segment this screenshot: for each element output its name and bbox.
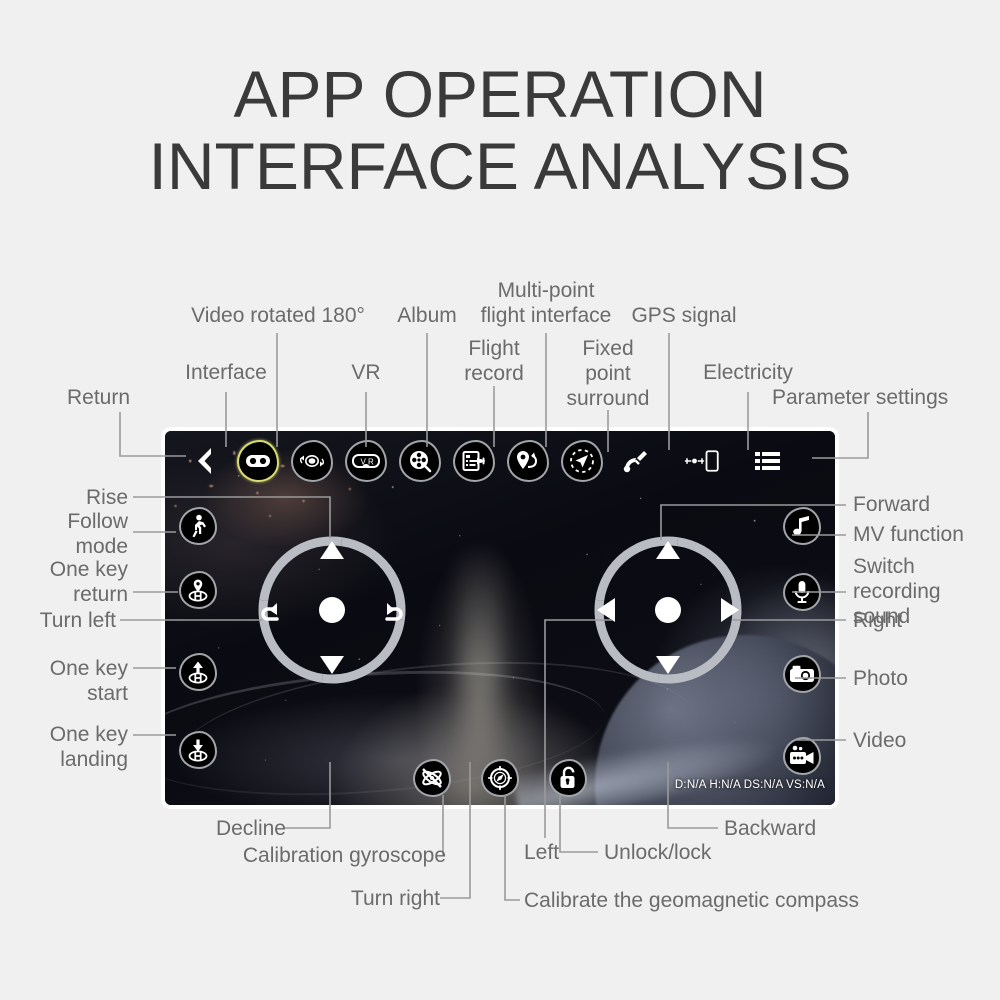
fixed-point-surround-icon: [561, 440, 603, 482]
right-stick-left[interactable]: [595, 597, 617, 628]
callout-album: Album: [397, 304, 457, 327]
compass-calibration-icon: [481, 759, 519, 797]
toolbar-button-return[interactable]: [177, 438, 231, 484]
callout-video-rotate: Video rotated 180°: [191, 304, 365, 327]
unlock-padlock-icon: [549, 759, 587, 797]
telemetry-readout: D:N/A H:N/A DS:N/A VS:N/A: [674, 779, 825, 791]
callout-follow-mode: Follow mode: [67, 510, 128, 558]
video-rotate-180-icon: [291, 440, 333, 482]
toolbar-indicator-gps[interactable]: [609, 438, 663, 484]
top-toolbar: V R: [165, 431, 835, 491]
multi-point-flight-icon: [507, 440, 549, 482]
gps-satellite-icon: [615, 440, 657, 482]
toolbar-button-parameter-settings[interactable]: [741, 438, 795, 484]
callout-forward: Forward: [853, 493, 931, 516]
callout-electricity: Electricity: [703, 361, 793, 384]
callout-photo: Photo: [853, 667, 908, 690]
button-follow-mode[interactable]: [175, 503, 221, 549]
vr-goggles-icon: V R: [345, 440, 387, 482]
callout-fixed-point: Fixed point surround: [566, 337, 650, 410]
right-joystick-hub[interactable]: [655, 597, 681, 623]
callout-calibration-gyroscope: Calibration gyroscope: [242, 844, 446, 867]
callout-right: Right: [853, 609, 903, 632]
one-key-landing-icon: [179, 731, 217, 769]
button-calibrate-compass[interactable]: [477, 755, 523, 801]
toolbar-button-flight-record[interactable]: [447, 438, 501, 484]
button-one-key-start[interactable]: [175, 649, 221, 695]
light-beam: [459, 543, 500, 774]
callout-interface: Interface: [185, 361, 267, 384]
callout-one-key-start: One key start: [49, 657, 128, 705]
one-key-return-home-icon: [179, 571, 217, 609]
back-chevron-icon: [183, 440, 225, 482]
left-virtual-joystick[interactable]: [257, 535, 407, 685]
microphone-icon: [783, 573, 821, 611]
bottom-button-row: [409, 755, 591, 801]
button-one-key-return[interactable]: [175, 567, 221, 613]
album-film-icon: [399, 440, 441, 482]
toolbar-indicator-battery[interactable]: [663, 438, 741, 484]
page-root: APP OPERATION INTERFACE ANALYSIS V R D:N…: [0, 0, 1000, 1000]
right-stick-right[interactable]: [719, 597, 741, 628]
toolbar-button-vr[interactable]: V R: [339, 438, 393, 484]
button-photo[interactable]: [779, 651, 825, 697]
gyroscope-calibration-icon: [413, 759, 451, 797]
callout-return: Return: [66, 386, 130, 409]
left-stick-up-rise[interactable]: [319, 539, 345, 566]
page-title: APP OPERATION INTERFACE ANALYSIS: [148, 57, 852, 203]
video-camera-icon: [783, 737, 821, 775]
left-stick-turn-left[interactable]: [259, 599, 283, 626]
camera-photo-icon: [783, 655, 821, 693]
follow-mode-walker-icon: [179, 507, 217, 545]
right-button-column: [779, 503, 825, 779]
button-switch-recording-sound[interactable]: [779, 569, 825, 615]
left-joystick-hub[interactable]: [319, 597, 345, 623]
callout-turn-left: Turn left: [39, 609, 116, 632]
callout-flight-record: Flight record: [464, 337, 524, 385]
callout-one-key-landing: One key landing: [49, 723, 128, 771]
toolbar-button-video-rotate[interactable]: [285, 438, 339, 484]
toolbar-button-album[interactable]: [393, 438, 447, 484]
battery-drone-icon: [681, 440, 723, 482]
left-button-column: [175, 503, 221, 773]
button-video[interactable]: [779, 733, 825, 779]
callout-left: Left: [524, 841, 560, 864]
device-screen-bezel: V R D:N/A H:N/A DS:N/A VS:N/A: [161, 427, 839, 809]
callout-unlock-lock: Unlock/lock: [604, 841, 712, 864]
one-key-takeoff-icon: [179, 653, 217, 691]
callout-backward: Backward: [724, 817, 817, 840]
callout-parameter-settings: Parameter settings: [772, 386, 949, 409]
button-unlock-lock[interactable]: [545, 755, 591, 801]
left-stick-down-decline[interactable]: [319, 654, 345, 681]
toolbar-button-interface[interactable]: [231, 438, 285, 484]
toolbar-button-fixed-point-surround[interactable]: [555, 438, 609, 484]
right-virtual-joystick[interactable]: [593, 535, 743, 685]
flight-record-icon: [453, 440, 495, 482]
parameter-list-icon: [747, 440, 789, 482]
callout-multipoint-flight: Multi-point flight interface: [480, 279, 612, 327]
right-stick-down-backward[interactable]: [655, 654, 681, 681]
gamepad-icon: [237, 440, 279, 482]
callout-vr: VR: [351, 361, 381, 384]
music-note-icon: [783, 507, 821, 545]
callout-rise: Rise: [85, 486, 128, 509]
app-screen: V R D:N/A H:N/A DS:N/A VS:N/A: [165, 431, 835, 805]
button-mv-function[interactable]: [779, 503, 825, 549]
svg-text:R: R: [368, 458, 374, 467]
right-stick-up-forward[interactable]: [655, 539, 681, 566]
callout-gps-signal: GPS signal: [631, 304, 737, 327]
left-stick-turn-right[interactable]: [381, 599, 405, 626]
callout-calibrate-compass: Calibrate the geomagnetic compass: [524, 889, 860, 912]
button-calibration-gyroscope[interactable]: [409, 755, 455, 801]
callout-decline: Decline: [215, 817, 286, 840]
callout-turn-right: Turn right: [350, 887, 440, 910]
toolbar-button-multipoint-flight[interactable]: [501, 438, 555, 484]
callout-one-key-return: One key return: [49, 558, 128, 606]
callout-mv-function: MV function: [853, 523, 964, 546]
svg-text:V: V: [361, 458, 367, 467]
button-one-key-landing[interactable]: [175, 727, 221, 773]
callout-video: Video: [853, 729, 907, 752]
